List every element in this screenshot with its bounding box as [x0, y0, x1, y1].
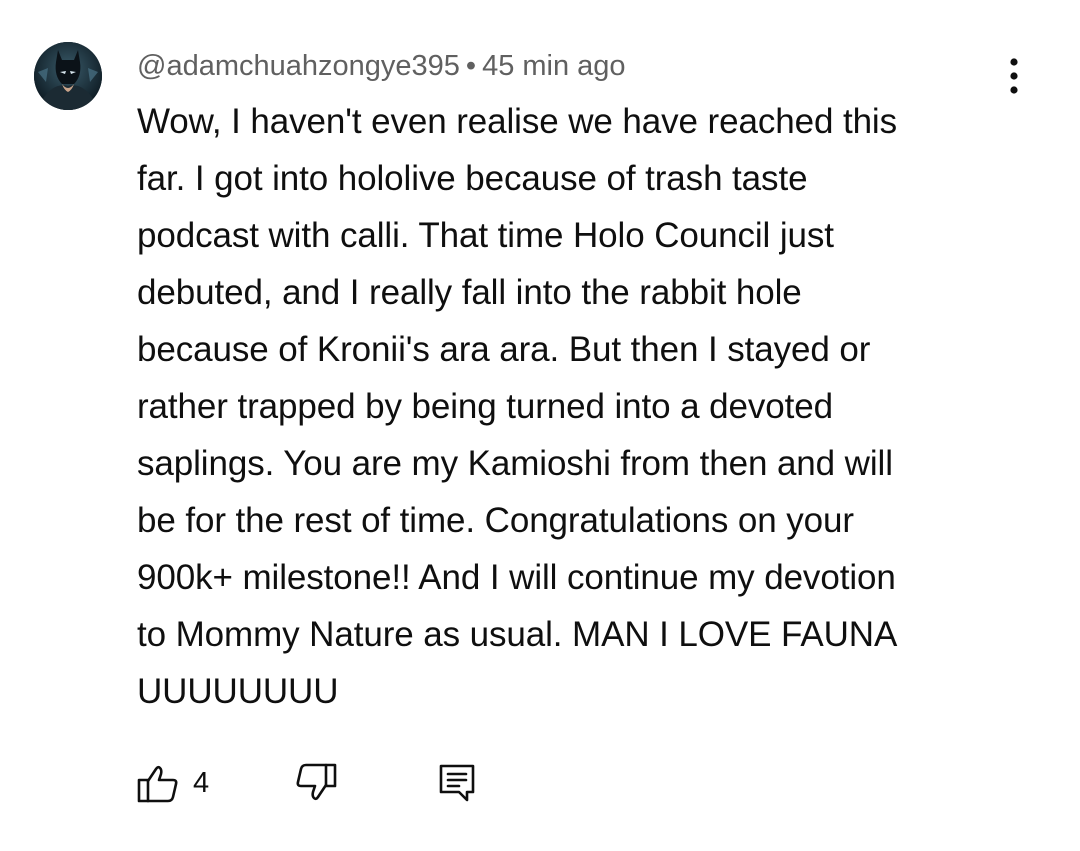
meta-separator: • — [465, 50, 477, 82]
like-button[interactable]: 4 — [135, 758, 209, 808]
avatar[interactable] — [34, 42, 102, 110]
reply-comment-icon — [439, 764, 475, 802]
comment-actions: 4 — [135, 758, 535, 808]
comment-line: far. I got into hololive because of tras… — [137, 159, 808, 198]
comment-timestamp[interactable]: 45 min ago — [482, 50, 626, 82]
comment-line: be for the rest of time. Congratulations… — [137, 501, 854, 540]
comment-text: Wow, I haven't even realise we have reac… — [137, 93, 1017, 720]
comment-card: @adamchuahzongye395 • 45 min ago Wow, I ha… — [0, 0, 1080, 851]
like-count: 4 — [193, 766, 210, 799]
comment-line: podcast with calli. That time Holo Counc… — [137, 216, 834, 255]
comment-line: 900k+ milestone!! And I will continue my… — [137, 558, 896, 597]
comment-line: rather trapped by being turned into a de… — [137, 387, 833, 426]
comment-author[interactable]: @adamchuahzongye395 — [137, 50, 460, 82]
comment-line: to Mommy Nature as usual. MAN I LOVE FAU… — [137, 615, 898, 654]
thumb-down-icon — [296, 763, 337, 801]
comment-line: Wow, I haven't even realise we have reac… — [137, 102, 898, 141]
comment-line: UUUUUUUU — [137, 672, 339, 711]
reply-button[interactable] — [437, 758, 477, 808]
avatar-image — [34, 42, 102, 110]
thumb-up-icon — [137, 765, 178, 803]
dislike-button[interactable] — [293, 758, 339, 808]
comment-meta: @adamchuahzongye395 • 45 min ago — [137, 45, 626, 87]
comment-line: saplings. You are my Kamioshi from then … — [137, 444, 893, 483]
comment-line: because of Kronii's ara ara. But then I … — [137, 330, 871, 369]
comment-line: debuted, and I really fall into the rabb… — [137, 273, 802, 312]
